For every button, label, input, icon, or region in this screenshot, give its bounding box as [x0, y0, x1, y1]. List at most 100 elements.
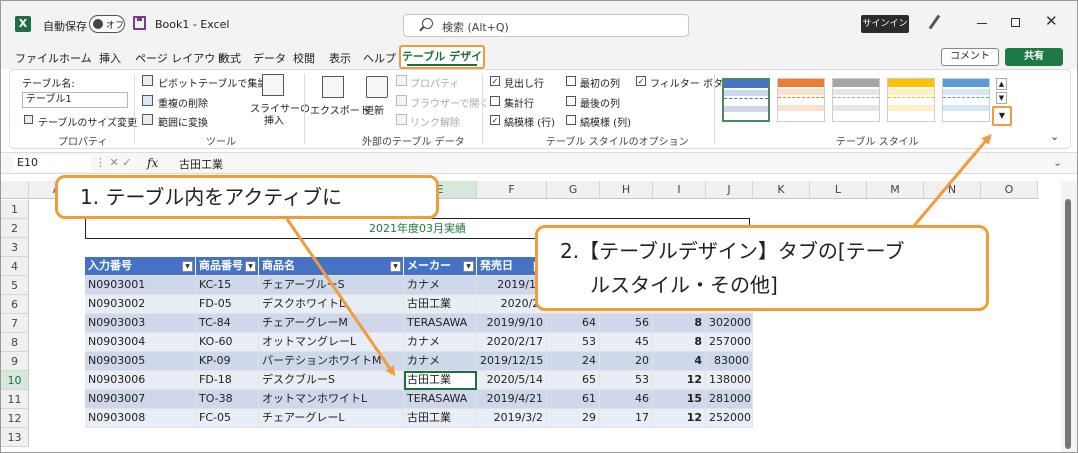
- column-header[interactable]: G: [547, 181, 600, 199]
- table-header-cell[interactable]: 入力番号 ▼: [85, 257, 196, 276]
- table-cell[interactable]: 12: [653, 371, 706, 390]
- tab-home[interactable]: ホーム: [59, 50, 92, 66]
- row-header[interactable]: 6: [1, 295, 29, 314]
- tab-page-layout[interactable]: ページ レイアウト: [135, 50, 226, 66]
- table-cell[interactable]: 53: [547, 333, 600, 352]
- table-header-cell[interactable]: 商品名 ▼: [259, 257, 404, 276]
- table-cell[interactable]: FD-05: [196, 295, 259, 314]
- row-header[interactable]: 4: [1, 257, 29, 276]
- filter-dropdown-icon[interactable]: ▼: [245, 261, 256, 272]
- tab-file[interactable]: ファイル: [15, 50, 59, 66]
- banded-columns-checkbox[interactable]: [566, 115, 576, 125]
- filter-button-checkbox[interactable]: ✓: [636, 76, 646, 86]
- row-header[interactable]: 8: [1, 333, 29, 352]
- slicer-label-2[interactable]: 挿入: [264, 112, 284, 127]
- table-cell[interactable]: 83000: [706, 352, 753, 371]
- comment-button[interactable]: コメント: [941, 48, 999, 66]
- column-header[interactable]: N: [924, 181, 981, 199]
- table-cell[interactable]: 2019/4/21: [477, 390, 547, 409]
- table-cell[interactable]: FC-05: [196, 409, 259, 428]
- filter-dropdown-icon[interactable]: ▼: [390, 261, 401, 272]
- minimize-icon[interactable]: [977, 23, 987, 24]
- table-style-swatch[interactable]: [777, 78, 825, 122]
- resize-table-button[interactable]: テーブルのサイズ変更: [38, 114, 137, 129]
- table-cell[interactable]: 8: [653, 314, 706, 333]
- vertical-scrollbar[interactable]: [1061, 181, 1077, 452]
- fx-icon[interactable]: fx: [147, 156, 158, 170]
- table-cell[interactable]: N0903001: [85, 276, 196, 295]
- tab-table-design[interactable]: テーブル デザイン: [399, 45, 485, 83]
- table-cell[interactable]: チェアーグレーM: [259, 314, 404, 333]
- row-header[interactable]: 10: [1, 371, 29, 390]
- gallery-down-icon[interactable]: ▼: [996, 92, 1007, 104]
- table-cell[interactable]: パーテションホワイトM: [259, 352, 404, 371]
- table-header-cell[interactable]: 商品番号 ▼: [196, 257, 259, 276]
- close-icon[interactable]: ✕: [1045, 12, 1058, 30]
- column-header[interactable]: L: [810, 181, 867, 199]
- ribbon-collapse-icon[interactable]: ⌄: [1050, 130, 1059, 143]
- table-cell[interactable]: TO-38: [196, 390, 259, 409]
- share-button[interactable]: 共有: [1005, 48, 1063, 66]
- search-input[interactable]: 検索 (Alt+Q): [403, 14, 689, 37]
- table-cell[interactable]: 29: [547, 409, 600, 428]
- column-header[interactable]: O: [981, 181, 1038, 199]
- table-cell[interactable]: 281000: [706, 390, 753, 409]
- last-column-checkbox[interactable]: [566, 96, 576, 106]
- column-header[interactable]: F: [477, 181, 547, 199]
- column-header[interactable]: K: [753, 181, 810, 199]
- table-cell[interactable]: デスクホワイトL: [259, 295, 404, 314]
- total-row-checkbox[interactable]: [490, 96, 500, 106]
- name-box[interactable]: E10: [13, 155, 91, 172]
- table-cell[interactable]: N0903007: [85, 390, 196, 409]
- row-header[interactable]: 3: [1, 238, 29, 257]
- table-cell[interactable]: カナメ: [404, 276, 477, 295]
- table-cell[interactable]: N0903002: [85, 295, 196, 314]
- table-cell[interactable]: オットマングレーL: [259, 333, 404, 352]
- banded-rows-checkbox[interactable]: ✓: [490, 115, 500, 125]
- autosave-toggle[interactable]: オフ: [89, 15, 125, 33]
- table-cell[interactable]: N0903003: [85, 314, 196, 333]
- signin-button[interactable]: サインイン: [861, 15, 909, 33]
- table-cell[interactable]: チェアーグレーL: [259, 409, 404, 428]
- table-style-more-button[interactable]: ▼: [992, 106, 1012, 126]
- active-cell[interactable]: 古田工業: [404, 371, 477, 390]
- row-header[interactable]: 2: [1, 219, 29, 238]
- pivot-button[interactable]: ピボットテーブルで集計: [158, 75, 267, 90]
- row-header[interactable]: 11: [1, 390, 29, 409]
- table-cell[interactable]: KP-09: [196, 352, 259, 371]
- table-cell[interactable]: 15: [653, 390, 706, 409]
- table-cell[interactable]: 46: [600, 390, 653, 409]
- table-cell[interactable]: 2019/9/10: [477, 314, 547, 333]
- tab-help[interactable]: ヘルプ: [363, 50, 396, 66]
- table-cell[interactable]: 2020/2/17: [477, 333, 547, 352]
- table-cell[interactable]: カナメ: [404, 333, 477, 352]
- table-cell[interactable]: 2020/5/14: [477, 371, 547, 390]
- table-cell[interactable]: N0903004: [85, 333, 196, 352]
- export-button[interactable]: エクスポート: [310, 102, 370, 117]
- table-cell[interactable]: 138000: [706, 371, 753, 390]
- table-style-swatch[interactable]: [722, 78, 770, 122]
- formula-input[interactable]: 古田工業: [179, 156, 223, 172]
- convert-range-button[interactable]: 範囲に変換: [158, 114, 208, 129]
- tab-formulas[interactable]: 数式: [219, 50, 241, 66]
- select-all-corner[interactable]: [1, 181, 29, 199]
- table-cell[interactable]: 61: [547, 390, 600, 409]
- table-cell[interactable]: 24: [547, 352, 600, 371]
- table-style-swatch[interactable]: [832, 78, 880, 122]
- table-cell[interactable]: 4: [653, 352, 706, 371]
- table-cell[interactable]: TERASAWA: [404, 314, 477, 333]
- table-cell[interactable]: TC-84: [196, 314, 259, 333]
- row-header[interactable]: 5: [1, 276, 29, 295]
- table-cell[interactable]: TERASAWA: [404, 390, 477, 409]
- table-cell[interactable]: 252000: [706, 409, 753, 428]
- row-header[interactable]: 1: [1, 200, 29, 219]
- row-header[interactable]: 9: [1, 352, 29, 371]
- table-style-gallery[interactable]: [722, 78, 1000, 122]
- table-cell[interactable]: 65: [547, 371, 600, 390]
- table-cell[interactable]: FD-18: [196, 371, 259, 390]
- filter-dropdown-icon[interactable]: ▼: [182, 261, 193, 272]
- pen-icon[interactable]: [928, 14, 941, 30]
- table-cell[interactable]: 302000: [706, 314, 753, 333]
- column-header[interactable]: H: [600, 181, 653, 199]
- table-cell[interactable]: 257000: [706, 333, 753, 352]
